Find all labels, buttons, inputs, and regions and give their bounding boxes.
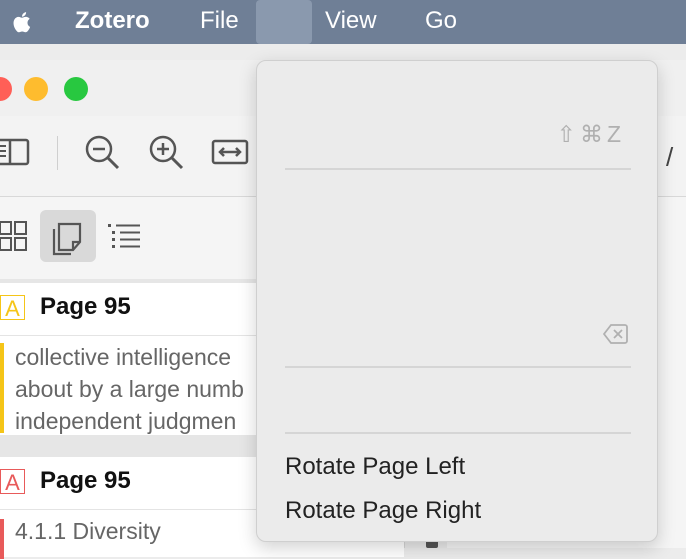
page-number-separator: / [666, 142, 674, 172]
menu-file[interactable]: File [200, 0, 239, 44]
annotations-view-button[interactable] [40, 210, 96, 262]
thumbnails-icon [0, 221, 27, 251]
sidebar-toggle-icon[interactable] [0, 132, 34, 172]
annotation-text-line: independent judgmen [15, 408, 237, 434]
menu-view[interactable]: View [325, 0, 377, 44]
zoom-in-icon[interactable] [146, 132, 186, 172]
rotate-page-right-menu-item[interactable]: Rotate Page Right [285, 497, 481, 525]
menu-separator [285, 432, 631, 434]
annotations-icon [52, 222, 82, 256]
highlight-annotation-icon: A [0, 295, 25, 321]
outline-icon [108, 224, 140, 248]
menu-edit-highlighted[interactable] [256, 0, 312, 44]
toolbar-separator [57, 136, 58, 170]
minimize-window-button[interactable] [24, 77, 48, 101]
annotation-page-label: Page 95 [40, 293, 131, 320]
annotation-page-label: Page 95 [40, 467, 131, 494]
apple-icon[interactable] [8, 8, 36, 36]
rotate-page-left-menu-item[interactable]: Rotate Page Left [285, 453, 465, 481]
menu-separator [285, 366, 631, 368]
highlight-annotation-icon: A [0, 469, 25, 495]
close-window-button[interactable] [0, 77, 12, 101]
menu-go[interactable]: Go [425, 0, 457, 44]
highlight-color-bar [0, 519, 4, 559]
menu-separator [285, 168, 631, 170]
zoom-window-button[interactable] [64, 77, 88, 101]
annotation-text-line: about by a large numb [15, 376, 244, 402]
fit-width-icon[interactable] [210, 132, 250, 172]
annotation-text-line: 4.1.1 Diversity [15, 518, 161, 544]
edit-dropdown-menu: ⇧⌘Z Rotate Page Left Rotate Page Right [256, 60, 658, 542]
menu-bar: Zotero File View Go [0, 0, 686, 44]
clear-field-icon [603, 324, 628, 344]
zoom-out-icon[interactable] [82, 132, 122, 172]
outline-view-button[interactable] [102, 210, 150, 262]
highlight-color-bar [0, 343, 4, 433]
annotation-text-line: collective intelligence [15, 344, 232, 370]
menu-app-zotero[interactable]: Zotero [75, 0, 150, 44]
redo-shortcut: ⇧⌘Z [556, 121, 625, 147]
thumbnails-view-button[interactable] [0, 210, 40, 262]
